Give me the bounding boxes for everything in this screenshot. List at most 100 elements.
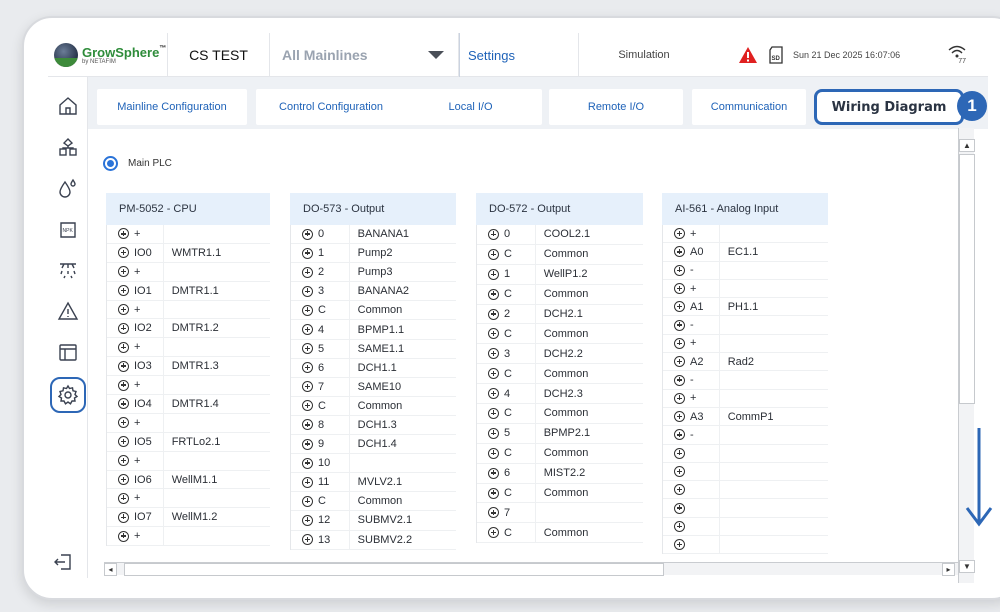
terminal-add-icon[interactable] xyxy=(118,360,129,372)
terminal-add-icon[interactable] xyxy=(488,248,499,260)
terminal-add-icon[interactable] xyxy=(302,324,313,336)
terminal-add-icon[interactable] xyxy=(302,362,313,374)
scroll-down-button[interactable]: ▼ xyxy=(959,560,975,573)
terminal-assignment[interactable] xyxy=(162,262,270,281)
terminal-row[interactable]: 8 DCH1.3 xyxy=(291,415,456,436)
terminal-row[interactable]: 5 SAME1.1 xyxy=(291,339,456,359)
terminal-add-icon[interactable] xyxy=(302,285,313,297)
terminal-row[interactable]: 1 WellP1.2 xyxy=(477,264,643,285)
terminal-add-icon[interactable] xyxy=(302,495,313,507)
terminal-assignment[interactable]: Common xyxy=(348,492,456,511)
terminal-row[interactable]: + xyxy=(663,389,828,408)
terminal-assignment[interactable] xyxy=(718,389,828,407)
terminal-assignment[interactable]: Common xyxy=(534,443,643,463)
terminal-assignment[interactable] xyxy=(718,334,828,353)
terminal-row[interactable]: + xyxy=(663,334,828,354)
terminal-add-icon[interactable] xyxy=(302,381,313,393)
terminal-add-icon[interactable] xyxy=(302,266,313,278)
terminal-assignment[interactable] xyxy=(162,338,270,357)
terminal-row[interactable]: C Common xyxy=(477,523,643,544)
tab-control-configuration[interactable]: Control Configuration xyxy=(256,89,406,125)
terminal-assignment[interactable]: Common xyxy=(534,404,643,423)
terminal-row[interactable]: + xyxy=(107,225,270,244)
terminal-add-icon[interactable] xyxy=(118,285,129,297)
terminal-assignment[interactable] xyxy=(534,503,643,523)
terminal-add-icon[interactable] xyxy=(488,288,499,300)
settings-gear-icon[interactable] xyxy=(50,377,86,413)
terminal-assignment[interactable]: SUBMV2.1 xyxy=(348,511,456,530)
terminal-row[interactable]: 12 SUBMV2.1 xyxy=(291,511,456,531)
terminal-row[interactable]: 5 BPMP2.1 xyxy=(477,423,643,444)
terminal-assignment[interactable]: DCH2.1 xyxy=(534,304,643,324)
terminal-assignment[interactable] xyxy=(718,517,828,536)
terminal-assignment[interactable]: DCH1.3 xyxy=(348,415,456,435)
terminal-add-icon[interactable] xyxy=(118,436,129,448)
terminal-row[interactable]: 11 MVLV2.1 xyxy=(291,473,456,493)
terminal-assignment[interactable]: EC1.1 xyxy=(718,243,828,261)
terminal-row[interactable] xyxy=(663,517,828,537)
terminal-row[interactable]: 1 Pump2 xyxy=(291,244,456,264)
terminal-assignment[interactable] xyxy=(718,279,828,298)
terminal-row[interactable]: C Common xyxy=(291,396,456,416)
terminal-row[interactable]: - xyxy=(663,371,828,390)
terminal-row[interactable]: + xyxy=(107,413,270,433)
terminal-row[interactable]: 0 BANANA1 xyxy=(291,225,456,245)
terminal-assignment[interactable]: MVLV2.1 xyxy=(348,473,456,492)
terminal-assignment[interactable]: Common xyxy=(348,301,456,320)
terminal-assignment[interactable]: PH1.1 xyxy=(718,298,828,316)
terminal-row[interactable]: 3 DCH2.2 xyxy=(477,344,643,365)
terminal-add-icon[interactable] xyxy=(674,392,685,404)
terminal-assignment[interactable] xyxy=(162,527,270,546)
plc-radio[interactable]: Main PLC xyxy=(103,156,172,171)
terminal-row[interactable]: - xyxy=(663,316,828,335)
terminal-row[interactable]: C Common xyxy=(477,404,643,424)
plant-structure-icon[interactable] xyxy=(55,134,81,160)
horizontal-scrollbar[interactable]: ◂ ▸ xyxy=(104,562,958,576)
terminal-add-icon[interactable] xyxy=(118,322,129,334)
terminal-assignment[interactable] xyxy=(718,499,828,517)
terminal-add-icon[interactable] xyxy=(674,228,685,240)
terminal-assignment[interactable]: DMTR1.1 xyxy=(162,281,270,300)
terminal-row[interactable]: + xyxy=(107,451,270,471)
terminal-row[interactable]: A3 CommP1 xyxy=(663,407,828,427)
terminal-row[interactable]: C Common xyxy=(291,301,456,321)
terminal-row[interactable]: 9 DCH1.4 xyxy=(291,435,456,455)
terminal-add-icon[interactable] xyxy=(302,247,313,259)
terminal-assignment[interactable]: DMTR1.2 xyxy=(162,319,270,338)
terminal-row[interactable]: 10 xyxy=(291,454,456,474)
terminal-assignment[interactable]: DCH2.3 xyxy=(534,384,643,404)
terminal-assignment[interactable] xyxy=(718,261,828,279)
terminal-row[interactable]: IO4 DMTR1.4 xyxy=(107,395,270,414)
terminal-add-icon[interactable] xyxy=(674,246,685,258)
terminal-add-icon[interactable] xyxy=(674,466,685,477)
terminal-add-icon[interactable] xyxy=(118,492,129,504)
mainline-dropdown[interactable]: All Mainlines xyxy=(270,33,459,77)
terminal-add-icon[interactable] xyxy=(488,447,499,459)
terminal-row[interactable] xyxy=(663,499,828,518)
terminal-add-icon[interactable] xyxy=(488,328,499,340)
terminal-row[interactable]: + xyxy=(107,262,270,282)
terminal-add-icon[interactable] xyxy=(488,228,499,240)
terminal-row[interactable]: 2 DCH2.1 xyxy=(477,304,643,325)
alarm-warning-icon[interactable] xyxy=(738,33,760,77)
terminal-assignment[interactable]: DMTR1.4 xyxy=(162,395,270,413)
terminal-row[interactable]: 4 BPMP1.1 xyxy=(291,320,456,340)
terminal-row[interactable]: IO7 WellM1.2 xyxy=(107,508,270,528)
terminal-row[interactable]: 13 SUBMV2.2 xyxy=(291,530,456,550)
terminal-add-icon[interactable] xyxy=(674,319,685,331)
terminal-add-icon[interactable] xyxy=(674,374,685,386)
terminal-row[interactable] xyxy=(663,444,828,463)
terminal-assignment[interactable]: BPMP1.1 xyxy=(348,320,456,339)
terminal-add-icon[interactable] xyxy=(674,484,685,496)
irrigation-icon[interactable] xyxy=(55,257,81,283)
terminal-row[interactable]: + xyxy=(107,489,270,509)
terminal-add-icon[interactable] xyxy=(674,429,685,441)
terminal-row[interactable]: 6 DCH1.1 xyxy=(291,358,456,378)
terminal-row[interactable]: C Common xyxy=(291,492,456,512)
terminal-add-icon[interactable] xyxy=(488,487,499,499)
terminal-assignment[interactable]: WellM1.2 xyxy=(162,508,270,527)
terminal-assignment[interactable]: BANANA1 xyxy=(348,225,456,244)
terminal-row[interactable] xyxy=(663,462,828,482)
logout-icon[interactable] xyxy=(52,551,74,573)
terminal-assignment[interactable] xyxy=(162,225,270,243)
